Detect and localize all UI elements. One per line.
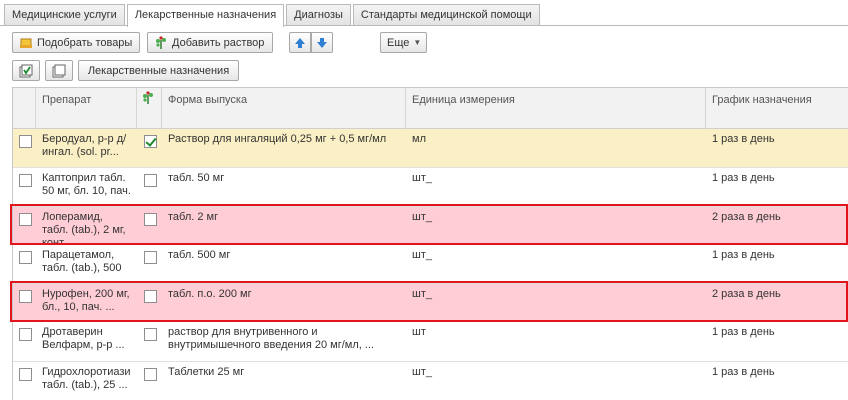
unit-of-measure: шт_	[412, 211, 432, 223]
table-row[interactable]: Беродуал, р-р д/ингал. (sol. pr... Раство…	[13, 129, 848, 168]
unit-of-measure: шт	[412, 326, 426, 338]
header-unit[interactable]: Единица измерения	[406, 88, 706, 129]
schedule: 2 раза в день	[712, 211, 781, 223]
row-select-checkbox[interactable]	[19, 174, 32, 187]
tab-bar: Медицинские услуги Лекарственные назначе…	[4, 4, 542, 27]
header-schedule[interactable]: График назначения	[706, 88, 848, 129]
drug-name: Парацетамол, табл. (tab.), 500 ...	[42, 249, 122, 282]
drug-name: Беродуал, р-р д/ингал. (sol. pr...	[42, 133, 127, 158]
release-form: Таблетки 25 мг	[168, 366, 245, 378]
drug-name: Дротаверин Велфарм, р-р ...	[42, 326, 125, 351]
unit-of-measure: шт_	[412, 288, 432, 300]
row-select-checkbox[interactable]	[19, 213, 32, 226]
add-solution-button[interactable]: Добавить раствор	[147, 32, 273, 53]
table-row[interactable]: Лоперамид, табл. (tab.), 2 мг, конт... та…	[13, 207, 848, 245]
table-row[interactable]: Каптоприл табл. 50 мг, бл. 10, пач. табл.…	[13, 168, 848, 207]
unit-of-measure: мл	[412, 133, 426, 145]
tab-care-standards[interactable]: Стандарты медицинской помощи	[352, 4, 540, 26]
arrow-up-icon	[293, 36, 307, 50]
plant-icon	[154, 35, 168, 50]
release-form: табл. п.о. 200 мг	[168, 288, 252, 300]
chevron-down-icon: ▼	[413, 38, 422, 47]
row-select-checkbox[interactable]	[19, 135, 32, 148]
unit-of-measure: шт_	[412, 366, 432, 378]
row-select-checkbox[interactable]	[19, 251, 32, 264]
solution-checkbox[interactable]	[144, 290, 157, 303]
table-row[interactable]: Гидрохлоротиази табл. (tab.), 25 ... Табл…	[13, 362, 848, 400]
table-row[interactable]: Дротаверин Велфарм, р-р ... раствор для в…	[13, 322, 848, 362]
drug-name: Лоперамид, табл. (tab.), 2 мг, конт...	[42, 211, 126, 243]
check-all-button[interactable]	[12, 60, 40, 81]
arrow-down-icon	[315, 36, 329, 50]
uncheck-all-button[interactable]	[45, 60, 73, 81]
table-row[interactable]: Нурофен, 200 мг, бл., 10, пач. ... табл. …	[13, 284, 848, 322]
header-checkbox-col	[13, 88, 36, 129]
row-select-checkbox[interactable]	[19, 368, 32, 381]
tab-diagnoses[interactable]: Диагнозы	[286, 4, 351, 26]
release-form: табл. 50 мг	[168, 172, 225, 184]
solution-checkbox[interactable]	[144, 174, 157, 187]
drug-name: Каптоприл табл. 50 мг, бл. 10, пач.	[42, 172, 131, 197]
schedule: 1 раз в день	[712, 133, 775, 145]
drug-name: Нурофен, 200 мг, бл., 10, пач. ...	[42, 288, 130, 313]
drug-prescriptions-button[interactable]: Лекарственные назначения	[78, 60, 239, 81]
move-down-button[interactable]	[311, 32, 333, 53]
schedule: 2 раза в день	[712, 288, 781, 300]
plant-icon	[141, 91, 155, 105]
solution-checkbox[interactable]	[144, 213, 157, 226]
schedule: 1 раз в день	[712, 172, 775, 184]
drug-prescriptions-label: Лекарственные назначения	[87, 64, 230, 77]
pick-goods-label: Подобрать товары	[37, 36, 133, 49]
table-header: Препарат Форма выпуска Единица измерения…	[13, 88, 848, 129]
solution-checkbox[interactable]	[144, 328, 157, 341]
release-form: раствор для внутривенного и внутримышечн…	[168, 326, 375, 351]
solution-checkbox[interactable]	[144, 135, 157, 148]
cart-hand-icon	[19, 36, 33, 50]
tab-medical-services[interactable]: Медицинские услуги	[4, 4, 125, 26]
drug-name: Гидрохлоротиази табл. (tab.), 25 ...	[42, 366, 131, 391]
solution-checkbox[interactable]	[144, 251, 157, 264]
prescriptions-table: Препарат Форма выпуска Единица измерения…	[12, 87, 848, 400]
schedule: 1 раз в день	[712, 366, 775, 378]
tab-drug-prescriptions[interactable]: Лекарственные назначения	[126, 4, 285, 27]
table-row[interactable]: Парацетамол, табл. (tab.), 500 ... табл. …	[13, 245, 848, 284]
more-menu-button[interactable]: Еще ▼	[380, 32, 427, 53]
more-label: Еще	[387, 36, 410, 49]
release-form: табл. 2 мг	[168, 211, 219, 223]
row-select-checkbox[interactable]	[19, 290, 32, 303]
schedule: 1 раз в день	[712, 249, 775, 261]
unit-of-measure: шт_	[412, 249, 432, 261]
check-all-icon	[19, 64, 33, 78]
row-select-checkbox[interactable]	[19, 328, 32, 341]
solution-checkbox[interactable]	[144, 368, 157, 381]
header-drug[interactable]: Препарат	[36, 88, 137, 129]
copy-icon	[52, 64, 66, 78]
unit-of-measure: шт_	[412, 172, 432, 184]
move-up-button[interactable]	[289, 32, 311, 53]
pick-goods-button[interactable]: Подобрать товары	[12, 32, 140, 53]
add-solution-label: Добавить раствор	[172, 36, 265, 49]
header-solution[interactable]	[137, 88, 162, 129]
release-form: табл. 500 мг	[168, 249, 231, 261]
schedule: 1 раз в день	[712, 326, 775, 338]
release-form: Раствор для ингаляций 0,25 мг + 0,5 мг/м…	[168, 133, 387, 145]
header-form[interactable]: Форма выпуска	[162, 88, 406, 129]
